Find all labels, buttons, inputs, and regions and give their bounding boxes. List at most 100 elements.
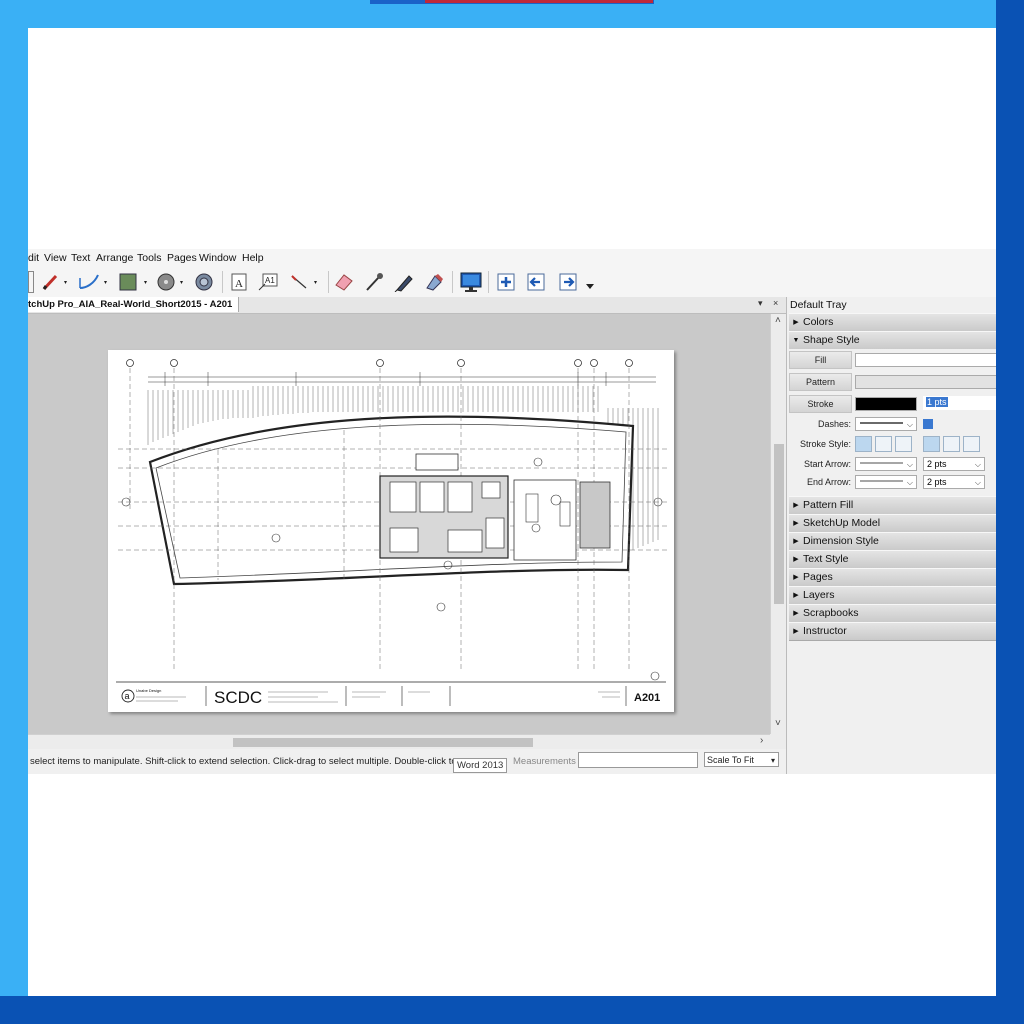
previous-page-icon[interactable] bbox=[524, 271, 548, 293]
expand-arrow-icon: ▶ bbox=[793, 319, 799, 326]
vertical-scroll-thumb[interactable] bbox=[774, 444, 784, 604]
shape-icon[interactable] bbox=[116, 271, 152, 293]
panel-text-style[interactable]: ▶ Text Style bbox=[789, 550, 996, 569]
circle-icon[interactable] bbox=[154, 271, 190, 293]
stroke-width-input[interactable]: 1 pts bbox=[923, 396, 996, 410]
dashes-dropdown[interactable]: ⌵ bbox=[855, 417, 917, 431]
join-icon[interactable] bbox=[422, 271, 446, 293]
offset-icon[interactable] bbox=[192, 271, 216, 293]
cap-round-icon[interactable] bbox=[875, 436, 892, 452]
measurements-input[interactable] bbox=[578, 752, 698, 768]
paper-sheet[interactable]: a Unabe Design SCDC A201 bbox=[108, 350, 674, 712]
fill-toggle[interactable]: Fill bbox=[789, 351, 852, 369]
stroke-toggle[interactable]: Stroke bbox=[789, 395, 852, 413]
line-style-icon bbox=[860, 480, 903, 482]
dimension-icon[interactable] bbox=[288, 271, 324, 293]
end-arrow-dropdown[interactable]: ⌵ bbox=[855, 475, 917, 489]
firm-logo: a bbox=[125, 691, 130, 701]
menu-tools[interactable]: Tools bbox=[137, 252, 162, 264]
vertical-scrollbar[interactable]: ˄ ˅ bbox=[770, 314, 787, 734]
firm-name: Unabe Design bbox=[136, 688, 161, 693]
menu-view[interactable]: View bbox=[44, 252, 67, 264]
label-icon[interactable]: A1 bbox=[256, 271, 284, 293]
menu-window[interactable]: Window bbox=[199, 252, 236, 264]
toolbar-overflow-icon[interactable] bbox=[584, 281, 596, 291]
stroke-color-swatch[interactable] bbox=[855, 397, 917, 411]
panel-pages[interactable]: ▶ Pages bbox=[789, 568, 996, 587]
join-round-icon[interactable] bbox=[943, 436, 960, 452]
menu-text[interactable]: Text bbox=[71, 252, 90, 264]
document-tab[interactable]: tchUp Pro_AIA_Real-World_Short2015 - A20… bbox=[28, 297, 240, 312]
panel-layers[interactable]: ▶ Layers bbox=[789, 586, 996, 605]
expand-arrow-icon: ▶ bbox=[793, 502, 799, 509]
eraser-icon[interactable] bbox=[332, 271, 356, 293]
tab-menu-icon[interactable]: ▾ bbox=[758, 298, 763, 309]
join-miter-icon[interactable] bbox=[923, 436, 940, 452]
panel-label: Shape Style bbox=[803, 334, 860, 346]
menu-help[interactable]: Help bbox=[242, 252, 264, 264]
join-bevel-icon[interactable] bbox=[963, 436, 980, 452]
cap-style-group bbox=[855, 436, 915, 452]
dash-scale-icon[interactable] bbox=[923, 419, 933, 429]
panel-label: Dimension Style bbox=[803, 535, 879, 547]
expand-arrow-icon: ▶ bbox=[793, 592, 799, 599]
pencil-icon[interactable] bbox=[40, 271, 70, 293]
stroke-style-label: Stroke Style: bbox=[799, 439, 851, 449]
add-page-icon[interactable] bbox=[494, 271, 518, 293]
menu-arrange[interactable]: Arrange bbox=[96, 252, 133, 264]
panel-label: SketchUp Model bbox=[803, 517, 881, 529]
tab-close-icon[interactable]: × bbox=[773, 298, 778, 308]
scroll-down-icon[interactable]: ˅ bbox=[775, 718, 781, 729]
text-icon[interactable]: A bbox=[228, 271, 250, 293]
end-arrow-size[interactable]: 2 pts ⌵ bbox=[923, 475, 985, 489]
panel-scrapbooks[interactable]: ▶ Scrapbooks bbox=[789, 604, 996, 623]
line-style-icon bbox=[860, 462, 903, 464]
fill-swatch[interactable] bbox=[855, 353, 996, 367]
pattern-toggle[interactable]: Pattern bbox=[789, 373, 852, 391]
start-arrow-size[interactable]: 2 pts ⌵ bbox=[923, 457, 985, 471]
cap-flat-icon[interactable] bbox=[855, 436, 872, 452]
end-arrow-size-value: 2 pts bbox=[927, 477, 947, 487]
panel-dimension-style[interactable]: ▶ Dimension Style bbox=[789, 532, 996, 551]
status-hint: select items to manipulate. Shift-click … bbox=[30, 756, 455, 767]
panel-label: Pattern Fill bbox=[803, 499, 854, 511]
scroll-right-icon[interactable]: › bbox=[760, 735, 763, 746]
next-page-icon[interactable] bbox=[556, 271, 580, 293]
tray-title: Default Tray bbox=[790, 299, 847, 311]
chevron-down-icon: ⌵ bbox=[974, 478, 981, 487]
start-arrow-dropdown[interactable]: ⌵ bbox=[855, 457, 917, 471]
pattern-swatch[interactable] bbox=[855, 375, 996, 389]
chevron-down-icon: ▾ bbox=[770, 756, 775, 765]
scroll-up-icon[interactable]: ˄ bbox=[775, 315, 781, 326]
freehand-icon[interactable] bbox=[76, 271, 112, 293]
taskbar-tooltip: Word 2013 bbox=[453, 758, 508, 773]
menu-pages[interactable]: Pages bbox=[167, 252, 197, 264]
panel-label: Pages bbox=[803, 571, 833, 583]
eyedropper-icon[interactable] bbox=[362, 271, 386, 293]
panel-label: Text Style bbox=[803, 553, 849, 565]
panel-colors[interactable]: ▶ Colors bbox=[789, 313, 996, 332]
svg-text:A: A bbox=[235, 278, 243, 290]
cap-square-icon[interactable] bbox=[895, 436, 912, 452]
chevron-down-icon: ⌵ bbox=[974, 460, 981, 469]
horizontal-scrollbar[interactable]: › bbox=[28, 734, 770, 750]
menu-edit[interactable]: dit bbox=[28, 252, 39, 264]
drawing-viewport[interactable]: a Unabe Design SCDC A201 bbox=[28, 314, 770, 734]
split-icon[interactable] bbox=[392, 271, 416, 293]
dashes-label: Dashes: bbox=[817, 419, 851, 429]
panel-sketchup-model[interactable]: ▶ SketchUp Model bbox=[789, 514, 996, 533]
scale-value: Scale To Fit bbox=[707, 755, 754, 765]
frame-shadow-bottom bbox=[0, 996, 1024, 1024]
panel-instructor[interactable]: ▶ Instructor bbox=[789, 622, 996, 641]
collapse-arrow-icon: ▼ bbox=[792, 337, 800, 344]
presentation-icon[interactable] bbox=[458, 271, 484, 293]
expand-arrow-icon: ▶ bbox=[793, 556, 799, 563]
panel-shape-style[interactable]: ▼ Shape Style bbox=[789, 331, 996, 350]
panel-pattern-fill[interactable]: ▶ Pattern Fill bbox=[789, 496, 996, 515]
select-arrow-icon[interactable] bbox=[28, 271, 34, 293]
scale-dropdown[interactable]: Scale To Fit ▾ bbox=[704, 752, 779, 767]
expand-arrow-icon: ▶ bbox=[793, 520, 799, 527]
expand-arrow-icon: ▶ bbox=[793, 610, 799, 617]
horizontal-scroll-thumb[interactable] bbox=[233, 738, 533, 747]
end-arrow-label: End Arrow: bbox=[806, 477, 851, 487]
